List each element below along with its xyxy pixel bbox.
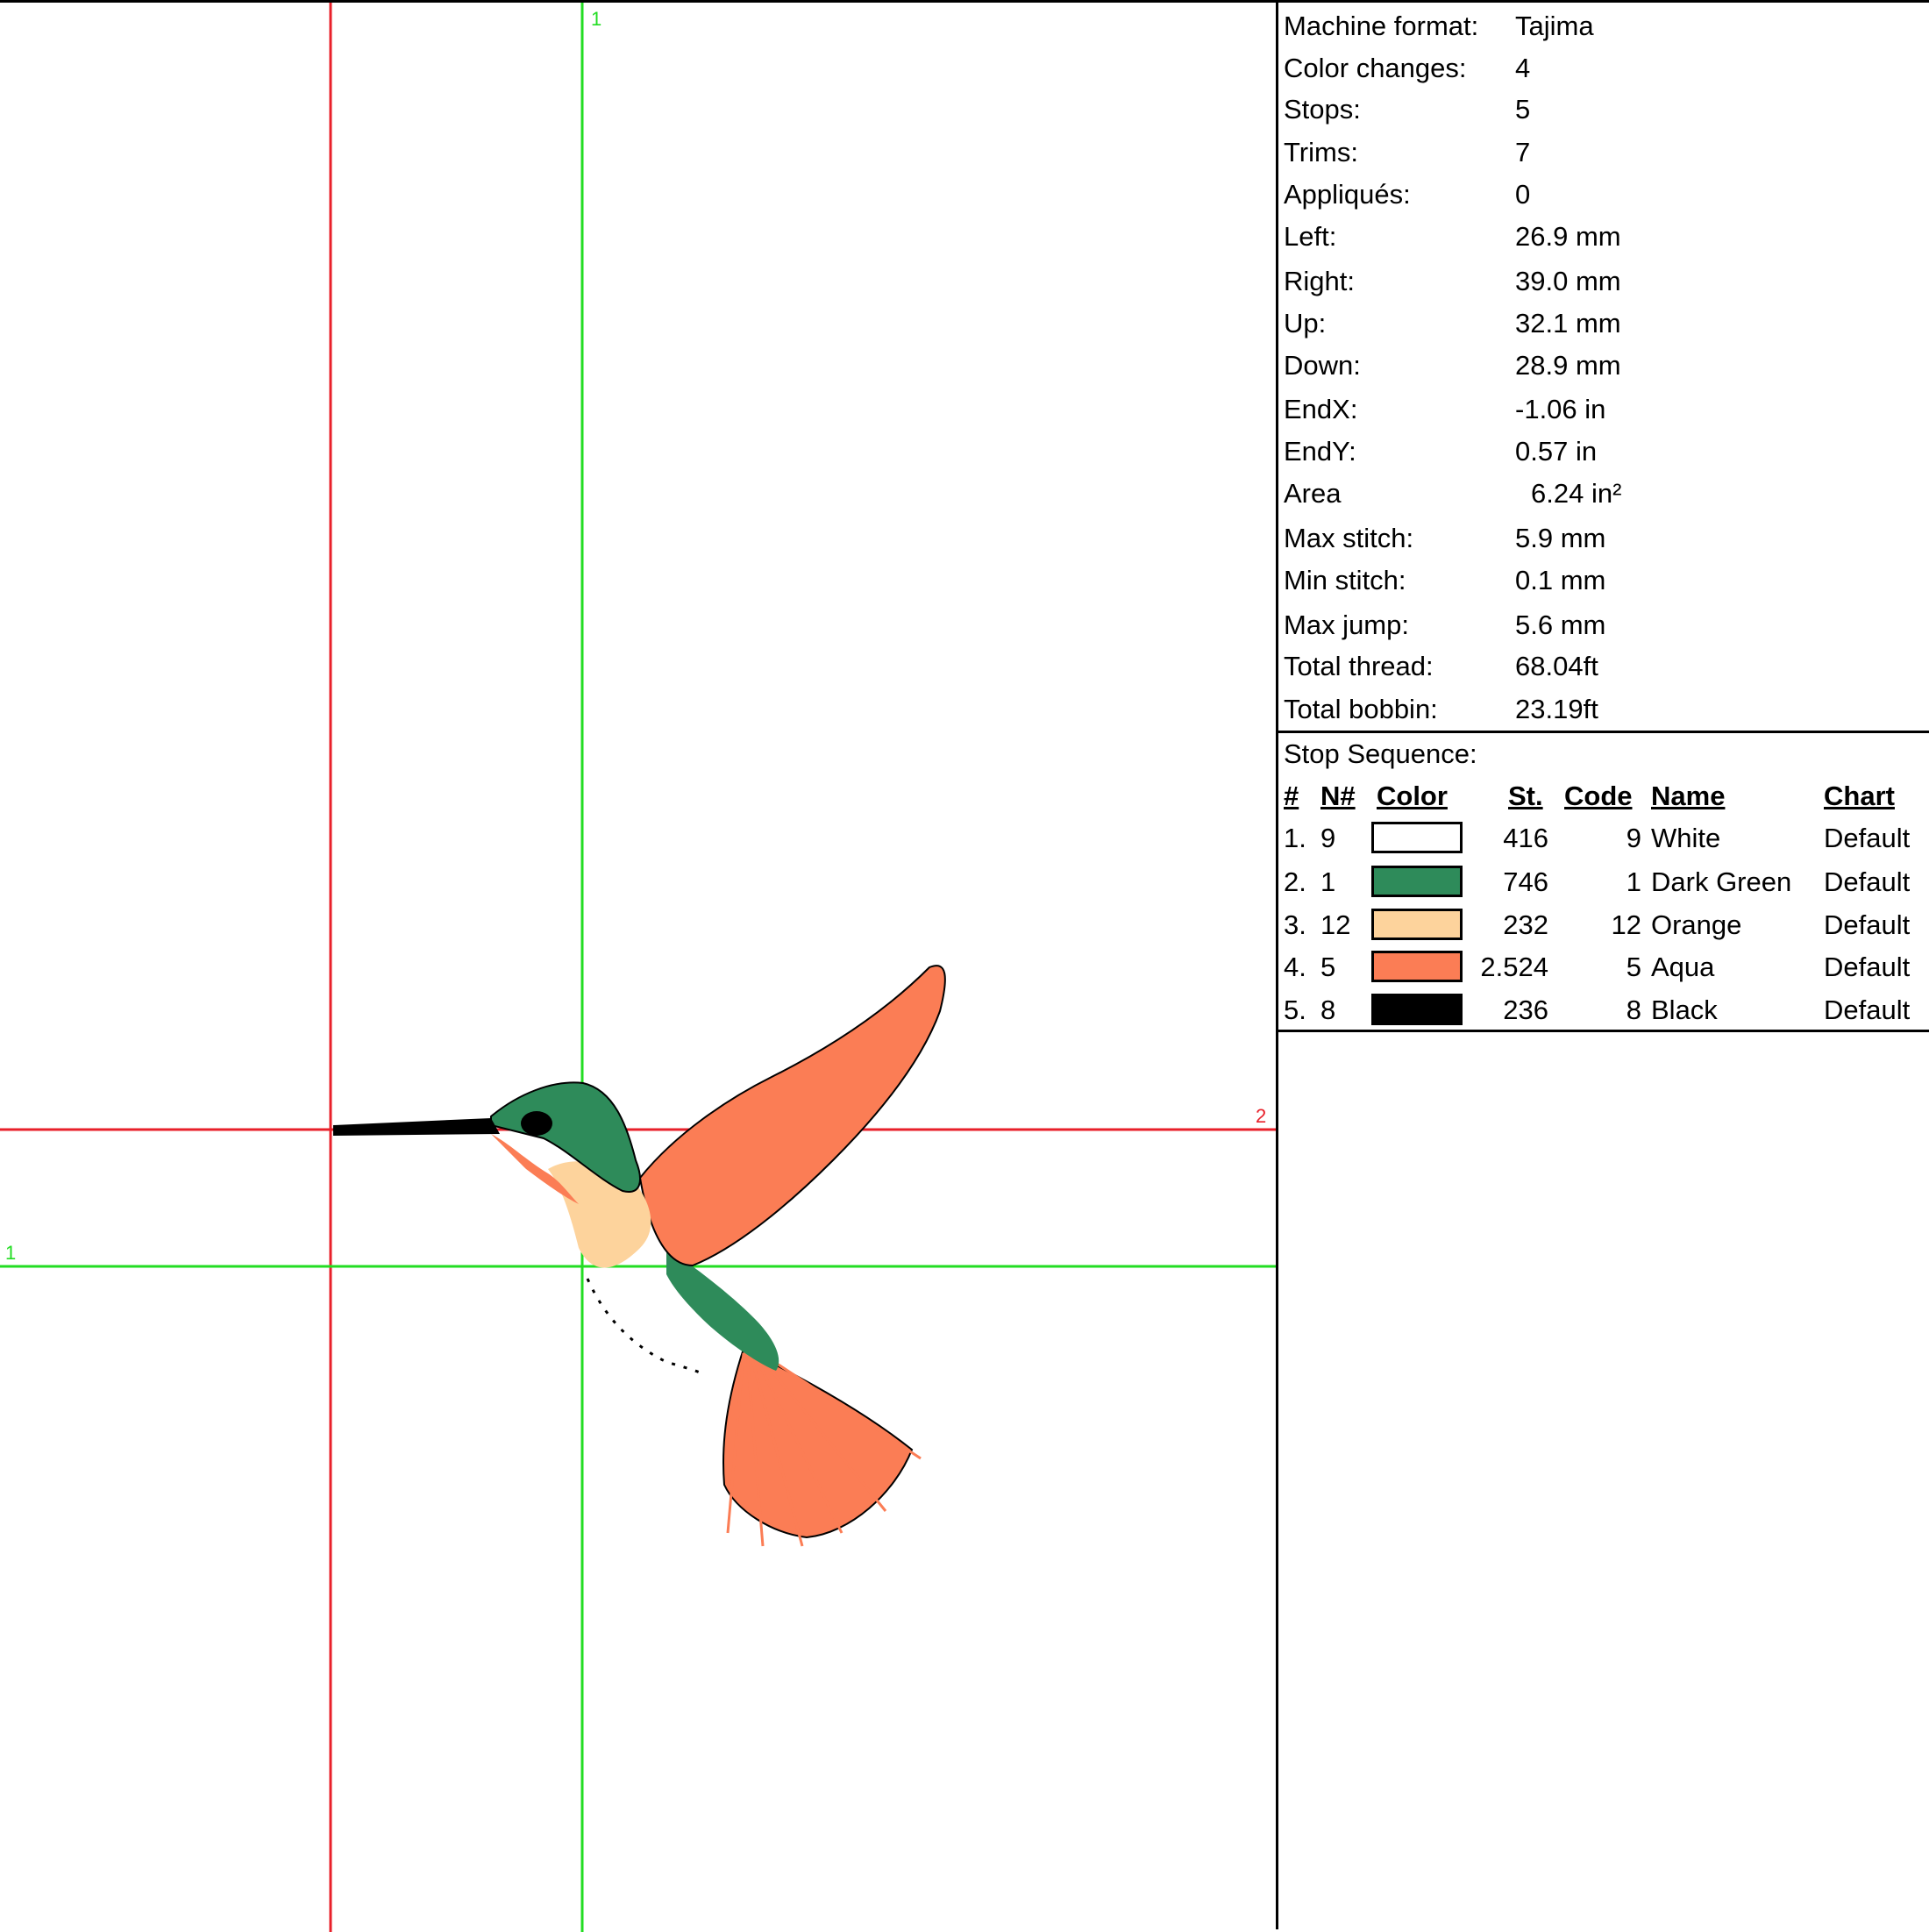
stop-row-needle: 8 [1320,995,1336,1025]
stop-row-chart: Default [1824,823,1911,853]
color-swatch[interactable] [1371,866,1463,897]
stop-row-stitches: 746 [1503,866,1548,897]
stop-row-needle: 12 [1320,909,1351,940]
stop-row-stitches: 236 [1503,995,1548,1025]
col-header-needle: N# [1320,781,1356,811]
stop-row-code: 8 [1626,995,1641,1025]
stop-row-number: 2. [1284,866,1306,897]
stop-row-needle: 5 [1320,952,1336,982]
stop-row-code: 5 [1626,952,1641,982]
stop-row-number: 1. [1284,823,1306,853]
table-bottom-divider [1278,1030,1929,1032]
section-divider [1278,731,1929,733]
stop-row-name: Orange [1651,909,1742,940]
stop-row-code: 9 [1626,823,1641,853]
col-header-num: # [1284,781,1299,811]
stop-row-chart: Default [1824,995,1911,1025]
stop-row-name: Aqua [1651,952,1715,982]
eye [521,1111,552,1136]
col-header-code: Code [1564,781,1633,811]
stop-row-stitches: 416 [1503,823,1548,853]
design-info-panel: Machine format: Tajima Color changes: 4 St… [1278,0,1929,1929]
col-header-stitches: St. [1508,781,1543,811]
right-red-axis-label: 2 [1256,1105,1266,1127]
col-header-chart: Chart [1824,781,1895,811]
wing [638,965,946,1267]
col-header-name: Name [1651,781,1726,811]
stop-row-stitches: 232 [1503,909,1548,940]
stop-row-name: Dark Green [1651,866,1792,897]
stop-sequence-title: Stop Sequence: [1284,738,1477,769]
color-swatch[interactable] [1371,822,1463,853]
stop-row-name: Black [1651,995,1718,1025]
stop-row-number: 5. [1284,995,1306,1025]
color-swatch[interactable] [1371,951,1463,982]
stop-row-stitches: 2.524 [1480,952,1548,982]
stop-row-needle: 1 [1320,866,1336,897]
left-green-axis-label: 1 [5,1242,16,1264]
stop-row-number: 3. [1284,909,1306,940]
design-canvas[interactable]: 1 1 2 [0,0,1277,1932]
stop-row-code: 12 [1611,909,1641,940]
stop-row-code: 1 [1626,866,1641,897]
design-preview: 1 1 2 [0,3,1277,1932]
stop-row-name: White [1651,823,1721,853]
top-green-axis-label: 1 [591,8,601,30]
color-swatch[interactable] [1371,909,1463,940]
hummingbird-design [333,965,946,1547]
col-header-color: Color [1377,781,1448,811]
stop-row-chart: Default [1824,909,1911,940]
stop-row-number: 4. [1284,952,1306,982]
color-swatch[interactable] [1371,994,1463,1025]
stop-row-needle: 9 [1320,823,1336,853]
beak [333,1118,500,1136]
stop-row-chart: Default [1824,866,1911,897]
stop-row-chart: Default [1824,952,1911,982]
